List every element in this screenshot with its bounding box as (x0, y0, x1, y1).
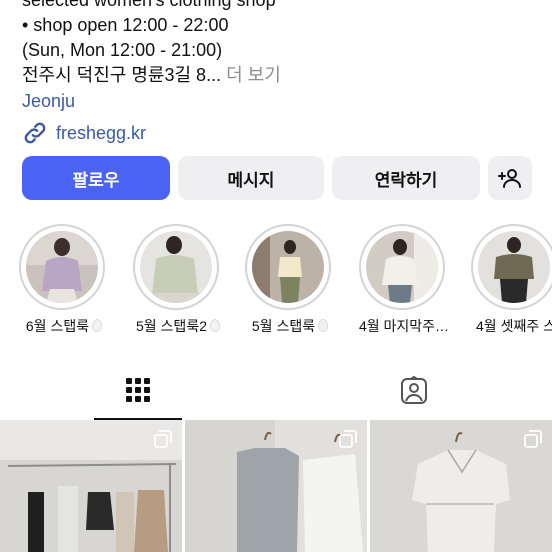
profile-bio: selected women's clothing shop • shop op… (22, 0, 542, 146)
egg-emoji-icon (209, 319, 220, 332)
highlight-cover (366, 231, 438, 303)
message-button[interactable]: 메시지 (178, 156, 324, 200)
highlight-label: 5월 스탭룩 (234, 316, 346, 336)
highlight-ring (359, 224, 445, 310)
highlight-cover (252, 231, 324, 303)
bio-address: 전주시 덕진구 명륜3길 8... (22, 65, 222, 85)
contact-button[interactable]: 연락하기 (332, 156, 480, 200)
highlight-label: 6월 스탭룩 (8, 316, 120, 336)
bio-line: (Sun, Mon 12:00 - 21:00) (22, 40, 223, 60)
follow-button[interactable]: 팔로우 (22, 156, 170, 200)
highlight-ring (19, 224, 105, 310)
grid-icon (126, 378, 150, 402)
tagged-person-icon (401, 376, 427, 404)
multiple-photos-icon (524, 430, 542, 448)
egg-emoji-icon (92, 319, 103, 332)
link-icon (24, 122, 46, 144)
profile-actions: 팔로우 메시지 연락하기 (22, 156, 532, 200)
egg-emoji-icon (318, 319, 329, 332)
post-grid (0, 420, 552, 552)
website-link-text[interactable]: freshegg.kr (56, 123, 146, 144)
highlight-cover (26, 231, 98, 303)
multiple-photos-icon (339, 430, 357, 448)
more-link[interactable]: 더 보기 (226, 65, 281, 85)
bio-line: selected women's clothing shop (22, 0, 276, 10)
post-thumbnail[interactable] (0, 420, 182, 552)
tab-posts-grid[interactable] (94, 362, 182, 420)
add-person-icon (498, 169, 521, 188)
post-thumbnail[interactable] (370, 420, 552, 552)
highlight-ring (471, 224, 552, 310)
highlight-label: 5월 스탭룩2 (122, 316, 234, 336)
highlight-cover (478, 231, 550, 303)
tab-tagged[interactable] (370, 362, 458, 420)
multiple-photos-icon (154, 430, 172, 448)
highlight-label: 4월 마지막주… (358, 318, 450, 334)
bio-line: • shop open 12:00 - 22:00 (22, 15, 229, 35)
bio-city[interactable]: Jeonju (22, 89, 542, 114)
highlight-ring (245, 224, 331, 310)
story-highlights: 6월 스탭룩 5월 스탭룩2 5월 스탭룩 4월 마지막주… 4월 셋째주 스 (0, 224, 552, 344)
highlight-ring (133, 224, 219, 310)
highlight-cover (140, 231, 212, 303)
bio-address-line: 전주시 덕진구 명륜3길 8... 더 보기 (22, 63, 542, 88)
highlight-label: 4월 셋째주 스 (476, 318, 552, 334)
profile-tabs (0, 362, 552, 420)
add-user-button[interactable] (488, 156, 532, 200)
post-thumbnail[interactable] (185, 420, 367, 552)
website-link[interactable]: freshegg.kr (22, 120, 542, 146)
